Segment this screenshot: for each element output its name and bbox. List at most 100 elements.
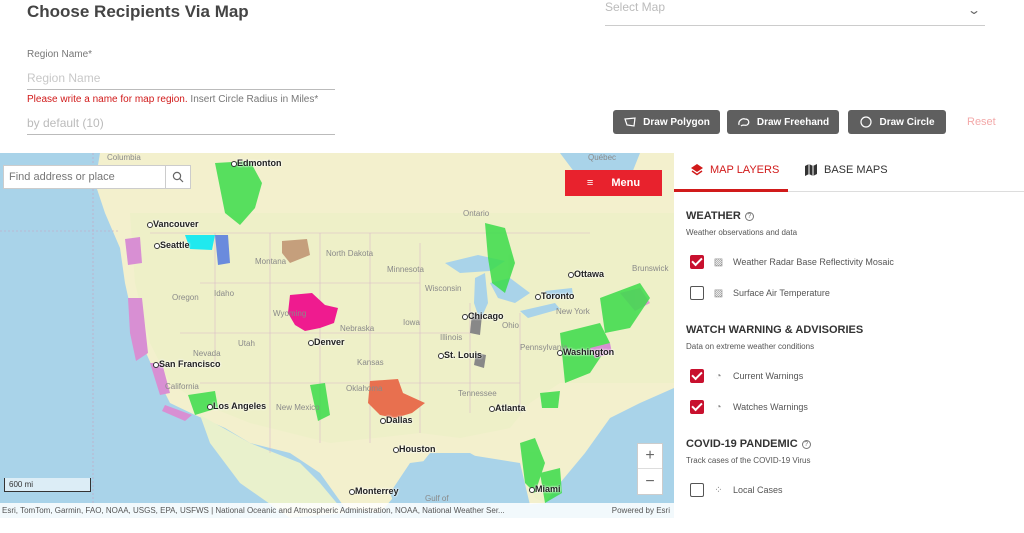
map-basemap <box>0 153 674 518</box>
hamburger-icon: ≡ <box>586 177 594 189</box>
city-label: San Francisco <box>153 359 221 369</box>
region-name-label: Region Name* <box>27 49 93 60</box>
warnings-title: WATCH WARNING & ADVISORIES <box>686 324 864 336</box>
help-icon[interactable]: ? <box>744 211 754 221</box>
layers-icon <box>691 164 703 176</box>
chevron-down-icon: ⌄ <box>966 3 982 17</box>
page-title: Choose Recipients Via Map <box>27 2 249 21</box>
draw-circle-button[interactable]: Draw Circle <box>848 110 946 134</box>
freehand-icon <box>738 118 750 127</box>
powered-by-esri: Powered by Esri <box>611 506 670 515</box>
map-scale-bar: 600 mi <box>4 478 91 492</box>
city-label: Ottawa <box>567 269 605 279</box>
layer-weather-radar[interactable]: ▨ Weather Radar Base Reflectivity Mosaic <box>690 255 894 269</box>
map-label: Nebraska <box>340 324 375 333</box>
covid-title: COVID-19 PANDEMIC <box>686 438 798 450</box>
attribution-text[interactable]: Esri, TomTom, Garmin, FAO, NOAA, USGS, E… <box>2 506 505 515</box>
city-label: Toronto <box>534 291 575 301</box>
layers-panel: MAP LAYERS BASE MAPS WEATHER ? Weather o… <box>674 153 1024 533</box>
tab-map-layers[interactable]: MAP LAYERS <box>690 163 779 177</box>
map-label: North Dakota <box>326 249 374 258</box>
map-view[interactable]: Columbia Québec Ontario North Dakota Mon… <box>0 153 674 518</box>
warning-layer-icon: ◔ <box>715 401 722 413</box>
map-menu-button[interactable]: ≡ Menu <box>565 170 662 196</box>
menu-label: Menu <box>611 177 641 189</box>
zoom-out-button[interactable]: − <box>638 469 662 494</box>
draw-polygon-button[interactable]: Draw Polygon <box>613 110 720 134</box>
checkbox-checked[interactable] <box>690 369 704 383</box>
draw-polygon-label: Draw Polygon <box>643 116 710 128</box>
map-label: Montana <box>255 257 287 266</box>
layer-label: Weather Radar Base Reflectivity Mosaic <box>733 257 894 267</box>
help-icon[interactable]: ? <box>801 439 811 449</box>
city-label: Denver <box>308 337 345 347</box>
city-label: Chicago <box>462 311 504 321</box>
map-search-input[interactable] <box>4 166 165 188</box>
weather-section-title: WEATHER ? <box>686 210 754 222</box>
map-label: Ontario <box>463 209 490 218</box>
map-label: Wyoming <box>273 309 307 318</box>
layer-surface-air-temp[interactable]: ▨ Surface Air Temperature <box>690 286 830 300</box>
radius-label: Insert Circle Radius in Miles* <box>190 94 319 105</box>
map-label: Utah <box>238 339 255 348</box>
draw-circle-label: Draw Circle <box>879 116 935 128</box>
layer-local-cases[interactable]: ⁘ Local Cases <box>690 483 783 497</box>
circle-radius-input[interactable] <box>27 111 335 135</box>
city-label: Los Angeles <box>206 401 267 411</box>
region-error-line: Please write a name for map region. Inse… <box>27 94 318 105</box>
covid-desc: Track cases of the COVID-19 Virus <box>686 456 811 465</box>
map-label: Oklahoma <box>346 384 383 393</box>
checkbox-checked[interactable] <box>690 255 704 269</box>
zoom-control: + − <box>637 443 663 495</box>
warnings-desc: Data on extreme weather conditions <box>686 342 815 351</box>
select-map-dropdown[interactable]: Select Map ⌄ <box>605 0 985 26</box>
city-label: Vancouver <box>147 219 199 229</box>
select-map-placeholder: Select Map <box>605 0 666 14</box>
map-icon <box>805 164 817 176</box>
weather-desc: Weather observations and data <box>686 228 798 237</box>
map-label: Oregon <box>172 293 199 302</box>
map-label: Brunswick <box>632 264 669 273</box>
search-button[interactable] <box>165 166 190 188</box>
checkbox-unchecked[interactable] <box>690 286 704 300</box>
layer-label: Surface Air Temperature <box>733 288 830 298</box>
map-label: Québec <box>588 153 617 162</box>
map-attribution: Esri, TomTom, Garmin, FAO, NOAA, USGS, E… <box>0 503 674 518</box>
map-label: New Mexico <box>276 403 320 412</box>
map-label: Idaho <box>214 289 235 298</box>
city-label: St. Louis <box>438 350 482 360</box>
city-label: Dallas <box>380 415 413 425</box>
polygon-icon <box>624 117 636 127</box>
city-label: Washington <box>556 347 615 357</box>
layer-current-warnings[interactable]: ◔ Current Warnings <box>690 369 803 383</box>
image-icon: ▨ <box>713 287 724 299</box>
map-label: New York <box>556 307 590 316</box>
layer-watches-warnings[interactable]: ◔ Watches Warnings <box>690 400 808 414</box>
map-label: Wisconsin <box>425 284 462 293</box>
dots-icon: ⁘ <box>714 484 723 496</box>
map-label: Illinois <box>440 333 463 342</box>
image-icon: ▨ <box>713 256 724 268</box>
city-label: Miami <box>529 484 561 494</box>
map-label: Columbia <box>107 153 141 162</box>
covid-section-title: COVID-19 PANDEMIC ? <box>686 438 811 450</box>
map-label: Nevada <box>193 349 221 358</box>
map-label: Tennessee <box>458 389 497 398</box>
reset-button[interactable]: Reset <box>967 116 996 128</box>
map-label: Iowa <box>403 318 420 327</box>
layer-label: Current Warnings <box>733 371 804 381</box>
map-search-box <box>3 165 191 189</box>
warning-layer-icon: ◔ <box>715 370 722 382</box>
region-name-input[interactable] <box>27 66 335 90</box>
region-error-message: Please write a name for map region. <box>27 94 188 105</box>
circle-icon <box>860 116 873 128</box>
tab-map-layers-label: MAP LAYERS <box>710 164 780 176</box>
checkbox-checked[interactable] <box>690 400 704 414</box>
tab-base-maps[interactable]: BASE MAPS <box>804 163 888 177</box>
zoom-in-button[interactable]: + <box>638 444 662 469</box>
tab-base-maps-label: BASE MAPS <box>824 164 888 176</box>
checkbox-unchecked[interactable] <box>690 483 704 497</box>
draw-freehand-button[interactable]: Draw Freehand <box>727 110 839 134</box>
warnings-section-title: WATCH WARNING & ADVISORIES <box>686 324 863 336</box>
layer-label: Watches Warnings <box>733 402 808 412</box>
